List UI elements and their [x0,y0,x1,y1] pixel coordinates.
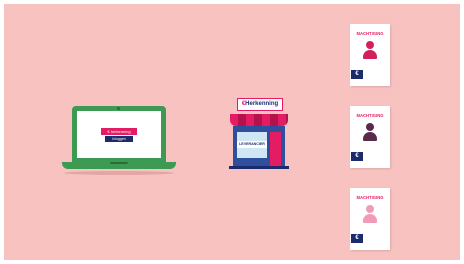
mandate-document: MACHTIGING € [350,24,390,86]
person-icon [363,123,377,141]
laptop-screen-frame: € herkenning Inloggen [72,106,166,162]
login-card: € herkenning Inloggen [101,128,137,143]
login-button: Inloggen [105,136,133,142]
laptop-notch [110,162,128,164]
shop-label: LEVERANCIER [237,141,267,148]
illustration-canvas: € herkenning Inloggen €Herkenning LEVERA… [4,4,460,260]
mandate-document: MACHTIGING € [350,188,390,250]
shop-sign-text: Herkenning [245,101,279,107]
laptop-camera [117,107,120,110]
document-title: MACHTIGING [356,31,384,36]
shop-sign: €Herkenning [237,98,283,111]
laptop-screen: € herkenning Inloggen [77,111,161,158]
login-brand: € herkenning [101,128,137,135]
shop-body: LEVERANCIER [233,126,285,166]
document-title: MACHTIGING [356,113,384,118]
laptop-base [62,162,176,169]
mandate-document: MACHTIGING € [350,106,390,168]
euro-badge: € [351,70,363,79]
euro-badge: € [351,234,363,243]
document-title: MACHTIGING [356,195,384,200]
shop-door [270,132,281,166]
laptop-shadow [64,171,174,175]
supplier-shop-illustration: €Herkenning LEVERANCIER [226,98,292,170]
euro-badge: € [351,152,363,161]
shop-window: LEVERANCIER [237,132,267,158]
shop-base [229,166,289,169]
person-icon [363,205,377,223]
laptop-illustration: € herkenning Inloggen [62,106,190,178]
person-icon [363,41,377,59]
shop-awning [230,114,288,126]
